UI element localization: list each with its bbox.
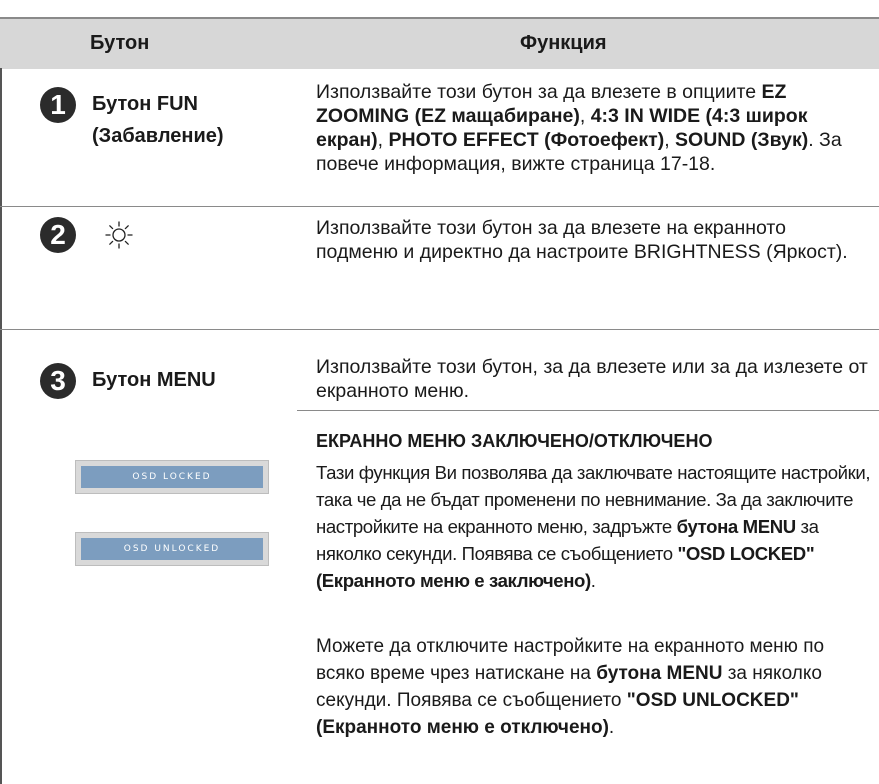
osd-unlocked-text: OSD UNLOCKED (81, 538, 263, 560)
row-divider-3 (297, 410, 879, 411)
text: , (377, 129, 389, 151)
row-divider-2 (0, 329, 879, 330)
fun-button-label-line2: (Забавление) (92, 125, 224, 147)
text: . (608, 717, 615, 738)
manual-page: Бутон Функция 1 Бутон FUN (Забавление) И… (0, 0, 879, 784)
row-number-3-icon: 3 (40, 363, 76, 399)
bold-text: бутона MENU (596, 663, 723, 684)
menu-button-description: Използвайте този бутон, за да влезете ил… (316, 355, 872, 403)
osd-lock-title: ЕКРАННО МЕНЮ ЗАКЛЮЧЕНО/ОТКЛЮЧЕНО (316, 431, 713, 451)
fun-button-label-line1: Бутон FUN (92, 93, 198, 115)
text: Използвайте този бутон за да влезете на … (316, 217, 848, 263)
text: Използвайте този бутон за да влезете в о… (316, 81, 762, 103)
osd-unlock-paragraph: Можете да отключите настройките на екран… (316, 633, 872, 741)
bold-text: PHOTO EFFECT (Фотоефект) (388, 129, 665, 151)
fun-button-description: Използвайте този бутон за да влезете в о… (316, 80, 872, 176)
left-border (0, 68, 2, 784)
text: . (590, 570, 596, 591)
bold-text: SOUND (Звук) (675, 129, 809, 151)
row-number-2-icon: 2 (40, 217, 76, 253)
row-divider-1 (0, 206, 879, 207)
osd-locked-display: OSD LOCKED (75, 460, 269, 494)
brightness-description: Използвайте този бутон за да влезете на … (316, 216, 872, 264)
fun-button-label: Бутон FUN (Забавление) (92, 88, 224, 152)
bold-text: бутона MENU (676, 516, 797, 537)
table-header: Бутон Функция (0, 17, 879, 69)
text: , (579, 105, 591, 127)
brightness-sun-icon (105, 221, 133, 249)
header-button-column: Бутон (90, 32, 150, 54)
menu-button-label: Бутон MENU (92, 369, 216, 391)
row-number-1-icon: 1 (40, 87, 76, 123)
header-function-column: Функция (520, 32, 607, 54)
text: Използвайте този бутон, за да влезете ил… (316, 356, 868, 402)
osd-unlocked-display: OSD UNLOCKED (75, 532, 269, 566)
osd-lock-paragraph: Тази функция Ви позволява да заключвате … (316, 459, 872, 594)
osd-locked-text: OSD LOCKED (81, 466, 263, 488)
text: , (664, 129, 676, 151)
